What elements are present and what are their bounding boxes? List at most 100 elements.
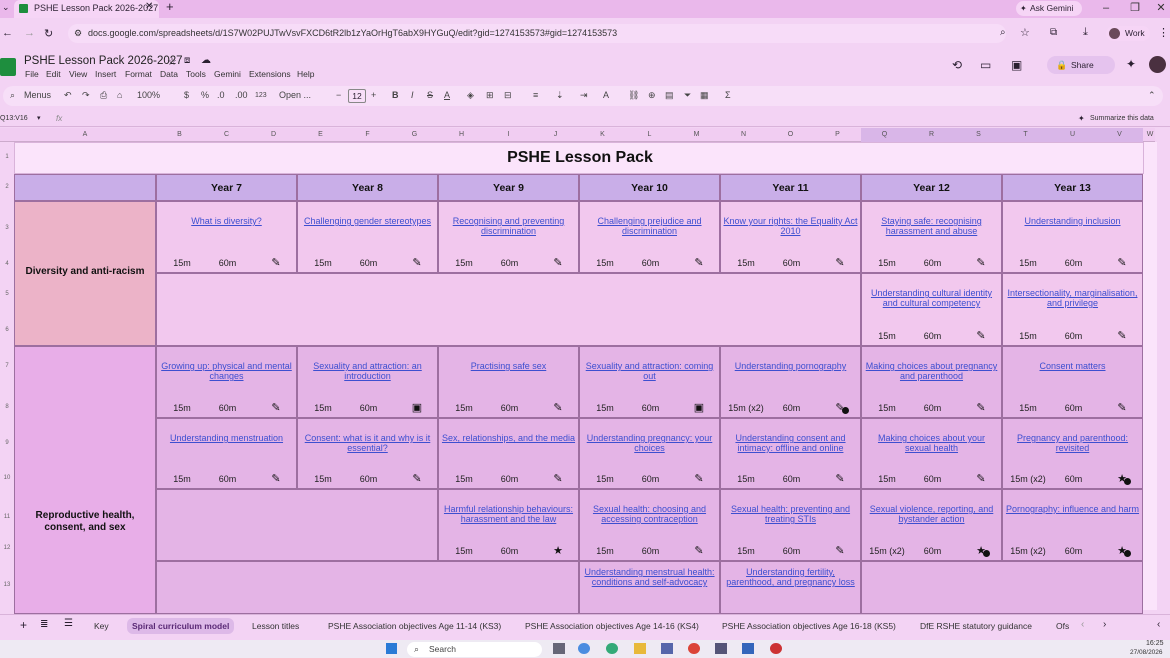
maximize-icon[interactable]: ❐ [1125, 0, 1145, 16]
menu-extensions[interactable]: Extensions [249, 69, 291, 79]
sheet-tab-ks3[interactable]: PSHE Association objectives Age 11-14 (K… [328, 618, 501, 634]
strikethrough-icon[interactable]: S [427, 90, 433, 100]
gemini-side-icon[interactable]: ✦ [1126, 57, 1136, 71]
menu-insert[interactable]: Insert [95, 69, 116, 79]
menu-file[interactable]: File [25, 69, 39, 79]
borders-icon[interactable]: ⊞ [486, 90, 494, 101]
lesson-cell[interactable]: Sexual health: choosing and accessing co… [579, 489, 720, 561]
profile-button[interactable]: Work [1106, 26, 1150, 41]
vertical-align-icon[interactable]: ⇣ [556, 90, 564, 101]
sheets-logo-icon[interactable] [0, 58, 16, 76]
column-header-l[interactable]: L [626, 128, 673, 142]
search-menus-icon[interactable]: ⌕ [10, 90, 15, 101]
app-icon-1[interactable] [578, 643, 590, 654]
column-header-s[interactable]: S [955, 128, 1002, 142]
menu-tools[interactable]: Tools [186, 69, 206, 79]
lesson-cell[interactable]: Sex, relationships, and the media 15m 60m ✎ [438, 418, 579, 489]
all-sheets-icon[interactable]: ≣ [40, 619, 48, 630]
lesson-cell[interactable]: What is diversity? 15m 60m ✎ [156, 201, 297, 273]
menu-help[interactable]: Help [297, 69, 314, 79]
bookmark-star-icon[interactable]: ☆ [1020, 26, 1030, 39]
empty-cell[interactable] [861, 561, 1143, 614]
name-box[interactable]: Q13:V16 [0, 115, 28, 122]
sheet-tab-ks5[interactable]: PSHE Association objectives Age 16-18 (K… [722, 618, 896, 634]
lesson-title-link[interactable]: Harmful relationship behaviours: harassm… [441, 504, 576, 524]
bold-button[interactable]: B [392, 90, 399, 100]
sheet-tab-dfe[interactable]: DfE RSHE statutory guidance [920, 618, 1032, 634]
lesson-title-link[interactable]: Staying safe: recognising harassment and… [864, 216, 999, 236]
paint-format-icon[interactable]: ⌂ [117, 90, 122, 100]
menu-format[interactable]: Format [125, 69, 152, 79]
column-header-o[interactable]: O [767, 128, 814, 142]
column-header-m[interactable]: M [673, 128, 720, 142]
lesson-cell[interactable]: Pregnancy and parenthood: revisited 15m (… [1002, 418, 1143, 489]
column-header-j[interactable]: J [532, 128, 579, 142]
download-icon[interactable]: ⤓ [1083, 26, 1088, 39]
column-header-v[interactable]: V [1096, 128, 1143, 142]
theme-repro-cell[interactable]: Reproductive health, consent, and sex [14, 346, 156, 614]
lesson-title-link[interactable]: Understanding pornography [723, 361, 858, 371]
percent-format-button[interactable]: % [201, 90, 209, 100]
summarize-button[interactable]: Summarize this data [1090, 115, 1154, 122]
address-bar[interactable]: ⚙ docs.google.com/spreadsheets/d/1S7W02P… [68, 24, 1006, 43]
theme-diversity-cell[interactable]: Diversity and anti-racism [14, 201, 156, 346]
lesson-cell[interactable]: Understanding pregnancy: your choices 15m… [579, 418, 720, 489]
search-menus-label[interactable]: Menus [24, 90, 51, 100]
new-tab-icon[interactable]: + [166, 0, 174, 14]
lesson-cell[interactable]: Challenging gender stereotypes 15m 60m ✎ [297, 201, 438, 273]
filter-icon[interactable]: ⏷ [684, 90, 691, 101]
comments-icon[interactable]: ▭ [980, 58, 991, 72]
lesson-cell[interactable]: Sexuality and attraction: coming out 15m 6… [579, 346, 720, 418]
version-history-icon[interactable]: ⟲ [952, 58, 962, 72]
column-header-d[interactable]: D [250, 128, 297, 142]
file-explorer-icon[interactable] [634, 643, 646, 654]
ask-gemini-button[interactable]: ✦ Ask Gemini [1016, 1, 1082, 16]
lesson-title-link[interactable]: Know your rights: the Equality Act 2010 [723, 216, 858, 236]
currency-format-button[interactable]: $ [184, 90, 189, 100]
lesson-cell[interactable]: Challenging prejudice and discrimination… [579, 201, 720, 273]
row-header-3[interactable]: 3 [0, 225, 14, 231]
lesson-title-link[interactable]: Pornography: influence and harm [1005, 504, 1140, 514]
row-header-13[interactable]: 13 [0, 582, 14, 588]
lesson-cell[interactable]: Growing up: physical and mental changes 1… [156, 346, 297, 418]
font-size-input[interactable]: 12 [348, 89, 366, 103]
hide-menus-icon[interactable]: ⌃ [1148, 90, 1156, 101]
lesson-cell[interactable]: Recognising and preventing discriminatio… [438, 201, 579, 273]
lesson-cell[interactable]: Staying safe: recognising harassment and… [861, 201, 1002, 273]
column-header-c[interactable]: C [203, 128, 250, 142]
lesson-title-link[interactable]: Growing up: physical and mental changes [159, 361, 294, 381]
app-icon-3[interactable] [661, 643, 673, 654]
lesson-title-link[interactable]: Sex, relationships, and the media [441, 433, 576, 443]
merge-cells-icon[interactable]: ⊟ [504, 90, 512, 101]
scroll-tabs-left-icon[interactable]: ‹ [1081, 619, 1084, 630]
column-header-u[interactable]: U [1049, 128, 1096, 142]
insert-link-icon[interactable]: ⛓ [628, 90, 639, 101]
text-wrapping-icon[interactable]: ⇥ [580, 90, 588, 101]
sheet-tab-lesson-titles[interactable]: Lesson titles [252, 618, 299, 634]
column-header-r[interactable]: R [908, 128, 955, 142]
column-header-h[interactable]: H [438, 128, 485, 142]
lesson-title-link[interactable]: Understanding consent and intimacy: offl… [723, 433, 858, 453]
empty-cell[interactable] [156, 273, 861, 346]
lesson-title-link[interactable]: Consent matters [1005, 361, 1140, 371]
back-icon[interactable]: ← [2, 27, 13, 39]
lesson-cell[interactable]: Making choices about pregnancy and paren… [861, 346, 1002, 418]
lesson-title-link[interactable]: Sexuality and attraction: an introductio… [300, 361, 435, 381]
column-header-i[interactable]: I [485, 128, 532, 142]
browser-menu-icon[interactable]: ⋮ [1158, 26, 1169, 39]
menu-data[interactable]: Data [160, 69, 178, 79]
year-header-11[interactable]: Year 11 [720, 174, 861, 201]
lesson-cell[interactable]: Sexual health: preventing and treating S… [720, 489, 861, 561]
lesson-title-link[interactable]: Understanding pregnancy: your choices [582, 433, 717, 453]
lesson-cell[interactable]: Practising safe sex 15m 60m ✎ [438, 346, 579, 418]
lesson-cell[interactable]: Understanding fertility, parenthood, and… [720, 561, 861, 614]
lesson-title-link[interactable]: Understanding inclusion [1005, 216, 1140, 226]
tab-search-icon[interactable]: ⌄ [2, 2, 10, 13]
column-header-e[interactable]: E [297, 128, 344, 142]
column-header-w[interactable]: W [1143, 128, 1157, 142]
decrease-decimal-button[interactable]: .0 [217, 90, 225, 100]
lesson-cell[interactable]: Understanding menstrual health: conditio… [579, 561, 720, 614]
app-icon-6[interactable] [770, 643, 782, 654]
zoom-select[interactable]: 100% [137, 90, 160, 100]
fill-color-icon[interactable]: ◈ [467, 90, 474, 101]
